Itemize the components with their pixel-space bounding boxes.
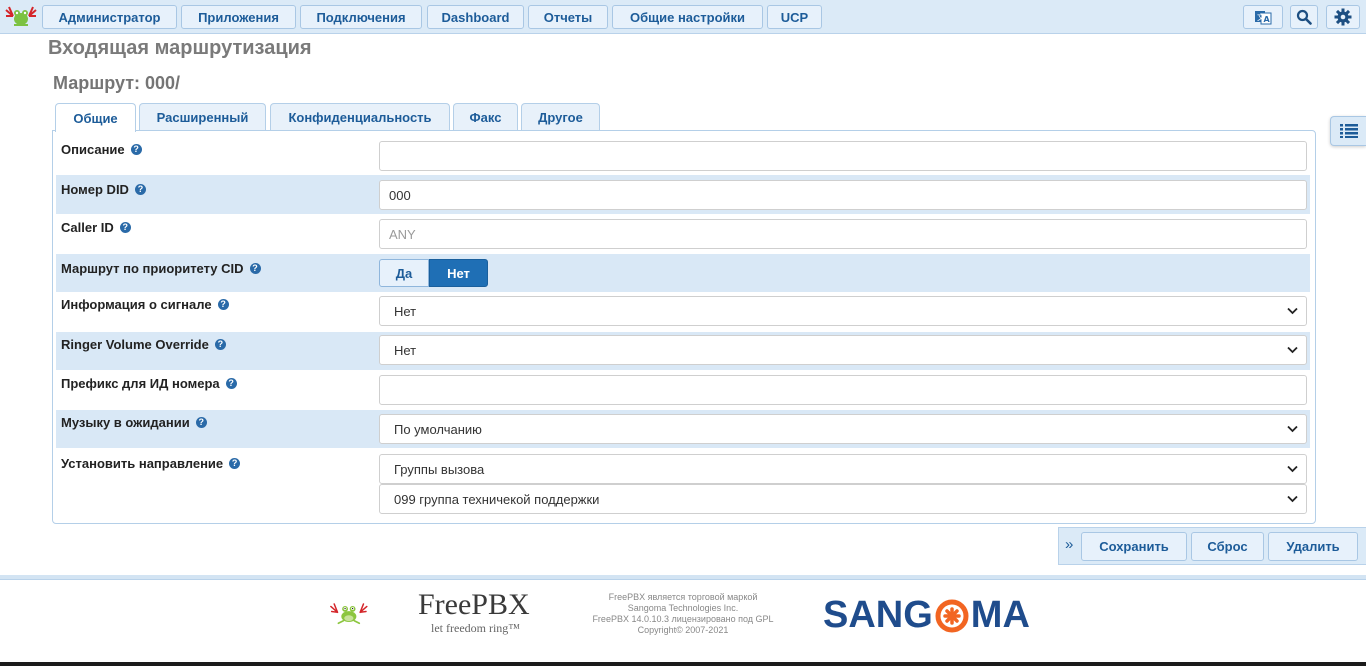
side-menu-button[interactable]: [1330, 116, 1366, 146]
description-label-text: Описание: [61, 142, 125, 157]
cid-priority-toggle: Да Нет: [379, 259, 488, 287]
sangoma-logo[interactable]: SANG MA: [823, 594, 1030, 637]
did-label: Номер DID ?: [61, 182, 146, 197]
ringer-volume-label-text: Ringer Volume Override: [61, 337, 209, 352]
freepbx-frog-logo: [330, 603, 368, 625]
footer-divider-line: [0, 579, 1366, 580]
chevron-down-icon: [1287, 346, 1298, 354]
tab-privacy[interactable]: Конфиденциальность: [270, 103, 450, 131]
sangoma-star-o-icon: [935, 599, 969, 632]
bottom-strip: [0, 662, 1366, 666]
help-icon[interactable]: ?: [195, 417, 207, 428]
help-icon[interactable]: ?: [214, 339, 226, 350]
caller-id-input[interactable]: ANY: [379, 219, 1307, 249]
help-icon[interactable]: ?: [229, 458, 241, 469]
destination-label-text: Установить направление: [61, 456, 224, 471]
nav-reports[interactable]: Отчеты: [528, 5, 608, 29]
alert-info-label-text: Информация о сигнале: [61, 297, 212, 312]
cid-prefix-label-text: Префикс для ИД номера: [61, 376, 220, 391]
chevron-down-icon: [1287, 425, 1298, 433]
alert-info-select[interactable]: Нет: [379, 296, 1307, 326]
svg-text:A: A: [1264, 15, 1271, 24]
help-icon[interactable]: ?: [225, 378, 237, 389]
cid-prefix-input[interactable]: [379, 375, 1307, 405]
ringer-volume-value: Нет: [394, 342, 417, 358]
reset-button[interactable]: Сброс: [1191, 532, 1264, 561]
destination-target-value: 099 группа техничекой поддержки: [394, 491, 600, 507]
freepbx-tagline: let freedom ring™: [431, 621, 521, 635]
help-icon[interactable]: ?: [217, 299, 229, 310]
cid-priority-no[interactable]: Нет: [429, 259, 488, 287]
moh-label: Музыку в ожидании ?: [61, 415, 207, 430]
nav-dashboard[interactable]: Dashboard: [427, 5, 524, 29]
nav-applications[interactable]: Приложения: [181, 5, 296, 29]
help-icon[interactable]: ?: [119, 222, 131, 233]
ringer-volume-label: Ringer Volume Override ?: [61, 337, 226, 352]
destination-type-select[interactable]: Группы вызова: [379, 454, 1307, 484]
freepbx-brand-name: FreePBX: [418, 588, 530, 621]
moh-value: По умолчанию: [394, 421, 482, 437]
description-label: Описание ?: [61, 142, 142, 157]
help-icon[interactable]: ?: [134, 184, 146, 195]
footer-text-line: FreePBX 14.0.10.3 лицензировано под GPL: [592, 614, 774, 624]
freepbx-frog-icon[interactable]: [4, 4, 38, 28]
delete-button[interactable]: Удалить: [1268, 532, 1358, 561]
cid-priority-label-text: Маршрут по приоритету CID: [61, 261, 244, 276]
action-bar: » Сохранить Сброс Удалить: [1058, 527, 1366, 565]
destination-target-select[interactable]: 099 группа техничекой поддержки: [379, 484, 1307, 514]
alert-info-label: Информация о сигнале ?: [61, 297, 229, 312]
collapse-arrow-icon[interactable]: »: [1065, 536, 1073, 553]
destination-type-value: Группы вызова: [394, 461, 485, 477]
alert-info-value: Нет: [394, 303, 417, 319]
nav-connectivity[interactable]: Подключения: [300, 5, 422, 29]
caller-id-label: Caller ID ?: [61, 220, 131, 235]
list-icon: [1339, 124, 1358, 138]
moh-select[interactable]: По умолчанию: [379, 414, 1307, 444]
cid-priority-yes[interactable]: Да: [379, 259, 429, 287]
nav-ucp[interactable]: UCP: [767, 5, 822, 29]
sangoma-logo-right: MA: [970, 594, 1030, 636]
form-row-cid-priority: Маршрут по приоритету CID ?: [56, 254, 1310, 292]
chevron-down-icon: [1287, 495, 1298, 503]
destination-label: Установить направление ?: [61, 456, 241, 471]
footer-text-line: Sangoma Technologies Inc.: [627, 603, 739, 613]
route-title: Маршрут: 000/: [53, 73, 181, 93]
nav-settings[interactable]: Общие настройки: [612, 5, 763, 29]
cid-prefix-label: Префикс для ИД номера ?: [61, 376, 237, 391]
tab-general[interactable]: Общие: [55, 103, 136, 132]
tab-fax[interactable]: Факс: [453, 103, 518, 131]
search-button[interactable]: [1290, 5, 1318, 29]
caller-id-label-text: Caller ID: [61, 220, 114, 235]
top-navbar: Администратор Приложения Подключения Das…: [0, 0, 1366, 34]
language-button[interactable]: 文 A: [1243, 5, 1283, 29]
tab-advanced[interactable]: Расширенный: [139, 103, 266, 131]
nav-admin[interactable]: Администратор: [42, 5, 177, 29]
footer-text-line: FreePBX является торговой маркой: [608, 592, 758, 602]
help-icon[interactable]: ?: [130, 144, 142, 155]
save-button[interactable]: Сохранить: [1081, 532, 1187, 561]
sangoma-logo-left: SANG: [823, 594, 933, 636]
chevron-down-icon: [1287, 307, 1298, 315]
tab-other[interactable]: Другое: [521, 103, 600, 131]
ringer-volume-select[interactable]: Нет: [379, 335, 1307, 365]
description-input[interactable]: [379, 141, 1307, 171]
settings-button[interactable]: [1326, 5, 1360, 29]
help-icon[interactable]: ?: [249, 263, 261, 274]
footer-text-line: Copyright© 2007-2021: [637, 625, 729, 635]
footer-legal-text: FreePBX является торговой маркой Sangoma…: [578, 592, 788, 636]
gear-icon: [1334, 8, 1352, 26]
page-title: Входящая маршрутизация: [48, 37, 312, 59]
language-icon: 文 A: [1255, 11, 1272, 25]
cid-priority-label: Маршрут по приоритету CID ?: [61, 261, 261, 276]
moh-label-text: Музыку в ожидании: [61, 415, 190, 430]
did-input[interactable]: 000: [379, 180, 1307, 210]
search-icon: [1296, 9, 1312, 25]
chevron-down-icon: [1287, 465, 1298, 473]
did-label-text: Номер DID: [61, 182, 129, 197]
